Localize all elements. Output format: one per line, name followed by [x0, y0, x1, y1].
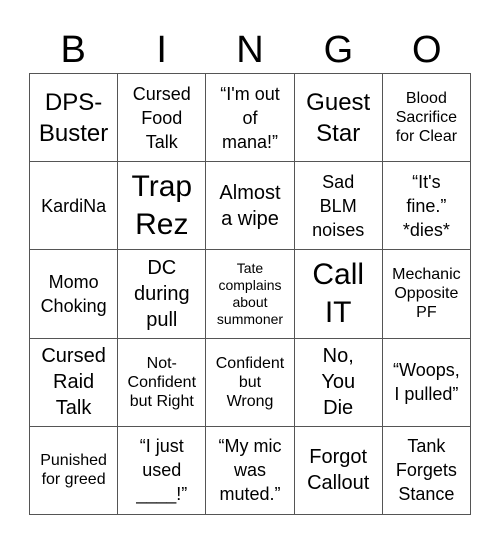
bingo-cell[interactable]: Sad BLM noises	[294, 162, 383, 251]
bingo-grid: DPS- Buster Cursed Food Talk “I'm out of…	[29, 73, 471, 515]
bingo-cell[interactable]: Confident but Wrong	[206, 338, 295, 427]
bingo-cell[interactable]: “My mic was muted.”	[206, 426, 295, 515]
cell-text: Almost a wipe	[219, 181, 281, 230]
cell-text: KardiNa	[41, 195, 107, 216]
cell-text: Trap Rez	[131, 169, 193, 241]
bingo-cell[interactable]: Momo Choking	[30, 250, 119, 339]
cell-text: Guest Star	[306, 88, 371, 147]
cell-text: Not- Confident but Right	[127, 354, 197, 410]
bingo-cell[interactable]: Not- Confident but Right	[118, 338, 207, 427]
cell-text: DPS- Buster	[38, 88, 109, 147]
cell-text: Mechanic Opposite PF	[392, 266, 461, 322]
cell-text: Blood Sacrifice for Clear	[395, 90, 458, 146]
cell-text: “It's fine.” *dies*	[402, 171, 450, 240]
cell-text: “Woops, I pulled”	[393, 360, 460, 405]
bingo-cell[interactable]: “It's fine.” *dies*	[382, 162, 471, 251]
cell-text: “I just used ____!”	[136, 436, 188, 505]
bingo-cell[interactable]: “I'm out of mana!”	[206, 74, 295, 163]
cell-text: Confident but Wrong	[215, 354, 285, 410]
bingo-cell[interactable]: Guest Star	[294, 74, 383, 163]
bingo-cell[interactable]: DC during pull	[118, 250, 207, 339]
bingo-cell[interactable]: “I just used ____!”	[118, 426, 207, 515]
bingo-cell[interactable]: “Woops, I pulled”	[382, 338, 471, 427]
cell-text: Forgot Callout	[307, 446, 370, 495]
bingo-cell[interactable]: Punished for greed	[30, 426, 119, 515]
cell-text: Punished for greed	[40, 452, 107, 489]
cell-text: “My mic was muted.”	[218, 436, 282, 505]
bingo-cell[interactable]: KardiNa	[30, 162, 119, 251]
header-letter-b: B	[60, 29, 86, 71]
bingo-cell[interactable]: Forgot Callout	[294, 426, 383, 515]
bingo-cell[interactable]: Cursed Food Talk	[118, 74, 207, 163]
bingo-cell[interactable]: Mechanic Opposite PF	[382, 250, 471, 339]
cell-text: DC during pull	[133, 256, 190, 331]
bingo-cell[interactable]: Cursed Raid Talk	[30, 338, 119, 427]
header-letter-o: O	[412, 29, 442, 71]
bingo-cell[interactable]: Almost a wipe	[206, 162, 295, 251]
header-letter-g: G	[323, 29, 354, 71]
bingo-cell[interactable]: Blood Sacrifice for Clear	[382, 74, 471, 163]
header-letter-i: I	[156, 29, 167, 71]
bingo-header: B I N G O	[29, 26, 471, 74]
cell-text: Cursed Raid Talk	[41, 345, 106, 420]
cell-text: Sad BLM noises	[312, 171, 365, 240]
bingo-cell[interactable]: DPS- Buster	[30, 74, 119, 163]
bingo-cell[interactable]: Tate complains about summoner	[206, 250, 295, 339]
cell-text: Momo Choking	[40, 271, 107, 316]
cell-text: Cursed Food Talk	[132, 83, 191, 152]
cell-text: “I'm out of mana!”	[220, 83, 280, 152]
cell-text: Tank Forgets Stance	[395, 436, 457, 505]
cell-text: Call IT	[312, 257, 365, 329]
bingo-cell[interactable]: No, You Die	[294, 338, 383, 427]
bingo-cell[interactable]: Tank Forgets Stance	[382, 426, 471, 515]
cell-text: Tate complains about summoner	[216, 259, 284, 327]
bingo-cell[interactable]: Trap Rez	[118, 162, 207, 251]
cell-text: No, You Die	[321, 345, 356, 420]
header-letter-n: N	[236, 29, 264, 71]
bingo-cell[interactable]: Call IT	[294, 250, 383, 339]
